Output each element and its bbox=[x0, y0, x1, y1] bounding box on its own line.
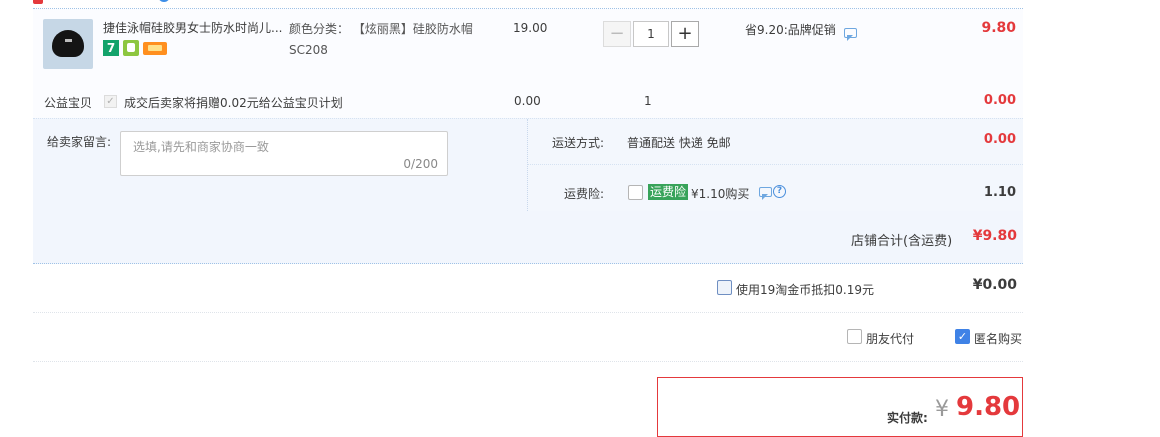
shipping-divider bbox=[528, 164, 1023, 165]
quantity-increase-button[interactable]: + bbox=[671, 21, 699, 47]
actual-payment-label: 实付款: bbox=[887, 411, 928, 425]
charity-price: 0.00 bbox=[514, 94, 541, 108]
divider bbox=[33, 361, 1023, 362]
actual-payment-amount: 9.80 bbox=[956, 392, 1021, 422]
charity-quantity: 1 bbox=[644, 94, 652, 108]
friend-pay-checkbox[interactable] bbox=[847, 329, 862, 344]
sku-label: 颜色分类： bbox=[289, 22, 350, 36]
insurance-chat-icon[interactable] bbox=[759, 187, 772, 200]
shipping-insurance-label: 运费险: bbox=[564, 187, 605, 201]
message-char-counter: 0/200 bbox=[403, 157, 438, 171]
shipping-insurance-price: ¥1.10购买 bbox=[691, 187, 750, 201]
swim-cap-image bbox=[52, 30, 84, 57]
shipping-method-label: 运送方式: bbox=[552, 136, 605, 150]
promotion-text: 省9.20:品牌促销 bbox=[745, 21, 857, 41]
unit-price: 19.00 bbox=[513, 21, 548, 35]
taojinbi-amount: ¥0.00 bbox=[972, 277, 1017, 293]
promotion-chat-icon[interactable] bbox=[844, 28, 857, 41]
shipping-insurance-checkbox[interactable] bbox=[628, 185, 643, 200]
shop-total-label: 店铺合计(含运费) bbox=[851, 234, 953, 249]
charity-checkbox: ✓ bbox=[104, 95, 117, 108]
anonymous-purchase-label[interactable]: 匿名购买 bbox=[974, 330, 1022, 347]
seller-message-label: 给卖家留言: bbox=[47, 135, 112, 149]
divider bbox=[33, 312, 1023, 313]
quantity-decrease-button[interactable]: − bbox=[603, 21, 631, 47]
product-thumbnail[interactable] bbox=[43, 19, 93, 69]
currency-symbol: ¥ bbox=[935, 397, 949, 422]
quantity-input[interactable]: 1 bbox=[633, 21, 669, 47]
credit-card-icon[interactable] bbox=[143, 42, 167, 55]
charity-total: 0.00 bbox=[983, 93, 1016, 108]
promotion-label: 省9.20:品牌促销 bbox=[745, 23, 836, 37]
item-subtotal: 9.80 bbox=[981, 20, 1016, 36]
seller-message-placeholder: 选填,请先和商家协商一致 bbox=[133, 140, 269, 154]
shop-total-amount: ¥9.80 bbox=[972, 228, 1017, 244]
shipping-method-value[interactable]: 普通配送 快递 免邮 bbox=[627, 134, 731, 151]
charity-label: 公益宝贝 bbox=[44, 96, 93, 110]
wangwang-chat-icon[interactable] bbox=[158, 0, 170, 2]
consumer-protection-icon[interactable] bbox=[123, 40, 139, 56]
seven-day-return-icon[interactable]: 7 bbox=[103, 40, 119, 56]
previous-shop-header bbox=[33, 0, 1023, 9]
product-title-link[interactable]: 捷佳泳帽硅胶男女士防水时尚儿... bbox=[103, 19, 283, 37]
charity-description: 成交后卖家将捐赠0.02元给公益宝贝计划 bbox=[124, 96, 343, 110]
anonymous-purchase-checkbox[interactable]: ✓ bbox=[955, 329, 970, 344]
taojinbi-checkbox[interactable] bbox=[717, 280, 732, 295]
shipping-insurance-cost: 1.10 bbox=[983, 185, 1016, 200]
section-divider bbox=[527, 119, 528, 211]
friend-pay-label[interactable]: 朋友代付 bbox=[866, 330, 914, 347]
shipping-cost: 0.00 bbox=[983, 132, 1016, 147]
sku-info: 颜色分类： 【炫丽黑】硅胶防水帽SC208 bbox=[289, 19, 489, 61]
help-icon[interactable]: ? bbox=[773, 185, 786, 198]
shipping-insurance-badge: 运费险 bbox=[648, 184, 689, 200]
shop-type-icon bbox=[33, 0, 43, 4]
taojinbi-label[interactable]: 使用19淘金币抵扣0.19元 bbox=[736, 281, 874, 298]
